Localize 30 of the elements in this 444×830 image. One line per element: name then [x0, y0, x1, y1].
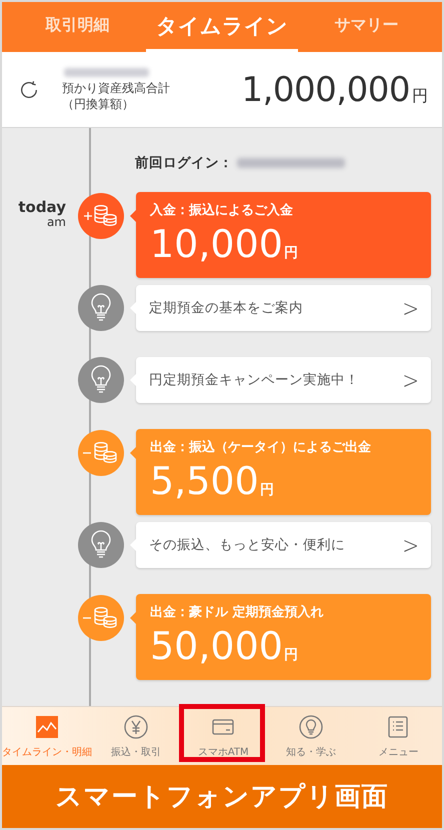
currency-unit: 円 — [284, 244, 298, 262]
transaction-amount: 5,500 — [150, 459, 259, 503]
tab[interactable]: 取引明細 — [35, 2, 120, 52]
info-title: 円定期預金キャンペーン実施中！ — [149, 371, 359, 389]
nav-item[interactable]: タイムライン・明細 — [2, 707, 92, 765]
chevron-icon: > — [402, 530, 419, 560]
nav-item[interactable]: スマホATM — [180, 707, 267, 765]
caption-title: スマートフォンアプリ画面 — [56, 781, 388, 814]
currency-unit: 円 — [284, 646, 298, 664]
nav-item[interactable]: 知る・学ぶ — [267, 707, 354, 765]
balance-label: 預かり資産残高合計 — [62, 80, 170, 96]
chevron-icon: > — [402, 294, 419, 322]
info-title: 定期預金の基本をご案内 — [149, 299, 303, 317]
date-label: today — [18, 200, 66, 215]
time-label: am — [46, 215, 66, 230]
balance-amount: 1,000,000 — [241, 70, 410, 110]
transaction-title: 入金：振込によるご入金 — [150, 202, 294, 220]
balance-sublabel: （円換算額） — [62, 96, 135, 112]
transaction-title: 出金：振込（ケータイ）によるご出金 — [150, 439, 372, 457]
currency-unit: 円 — [260, 481, 274, 499]
tab[interactable]: サマリー — [324, 2, 409, 52]
transaction-amount: 10,000 — [150, 222, 283, 266]
currency-unit: 円 — [412, 86, 428, 106]
last-login-label: 前回ログイン： — [135, 154, 233, 172]
transaction-amount: 50,000 — [150, 624, 283, 668]
transaction-title: 出金：豪ドル 定期預金預入れ — [150, 604, 325, 622]
nav-item[interactable]: メニュー — [354, 707, 442, 765]
nav-item[interactable]: 振込・取引 — [92, 707, 180, 765]
chevron-icon: > — [402, 366, 419, 394]
info-title: その振込、もっと安心・便利に — [149, 536, 345, 554]
